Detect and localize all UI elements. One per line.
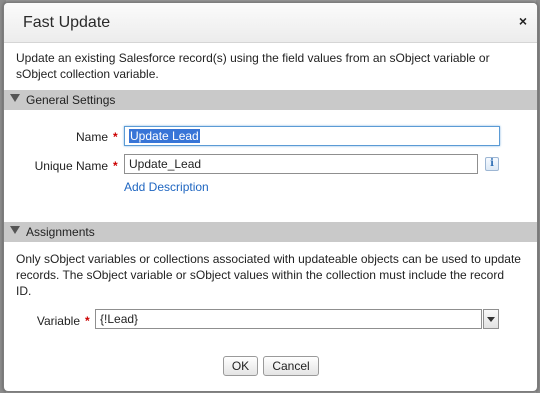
name-required-icon: * [113, 130, 118, 144]
variable-dropdown-button[interactable] [483, 309, 499, 329]
general-settings-header[interactable]: General Settings [4, 90, 537, 110]
info-icon[interactable]: i [485, 157, 499, 171]
variable-required-icon: * [85, 314, 90, 328]
close-icon[interactable]: × [519, 12, 527, 30]
variable-input-value: {!Lead} [100, 312, 139, 326]
cancel-button[interactable]: Cancel [263, 356, 319, 376]
name-label: Name [75, 130, 108, 144]
assignments-description: Only sObject variables or collections as… [16, 252, 521, 298]
unique-name-label: Unique Name [34, 159, 108, 173]
assignments-header[interactable]: Assignments [4, 222, 537, 242]
dialog-intro-text: Update an existing Salesforce record(s) … [16, 51, 490, 81]
collapse-triangle-icon[interactable] [10, 226, 20, 234]
name-input[interactable]: Update Lead [124, 126, 500, 146]
fast-update-dialog: Fast Update × Update an existing Salesfo… [3, 2, 538, 392]
unique-name-input[interactable]: Update_Lead [124, 154, 478, 174]
dialog-title: Fast Update [23, 14, 111, 31]
unique-name-required-icon: * [113, 159, 118, 173]
general-settings-label: General Settings [26, 93, 116, 107]
name-input-value: Update Lead [129, 129, 200, 143]
dialog-titlebar: Fast Update × [4, 3, 537, 43]
assignments-label: Assignments [26, 225, 95, 239]
add-description-link[interactable]: Add Description [124, 180, 209, 194]
ok-button[interactable]: OK [223, 356, 258, 376]
variable-input[interactable]: {!Lead} [95, 309, 482, 329]
chevron-down-icon [487, 317, 495, 322]
collapse-triangle-icon[interactable] [10, 94, 20, 102]
unique-name-input-value: Update_Lead [129, 157, 202, 171]
variable-label: Variable [36, 314, 80, 328]
